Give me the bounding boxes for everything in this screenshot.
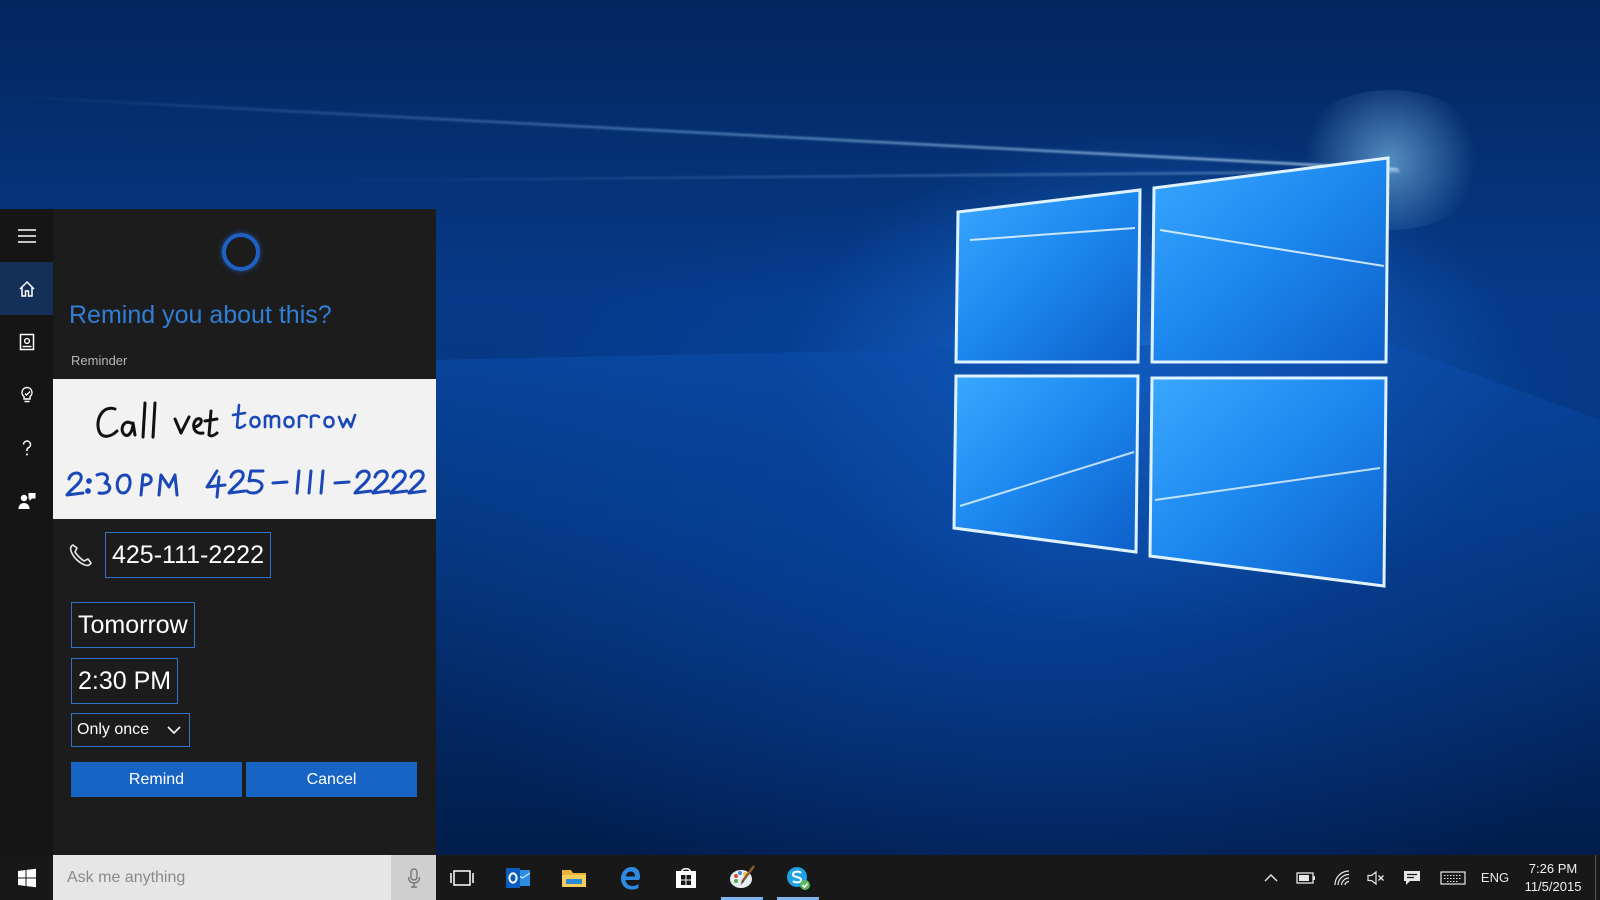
phone-icon [69,544,92,567]
repeat-dropdown[interactable]: Only once [71,713,190,747]
search-placeholder: Ask me anything [67,868,186,886]
windows-start-icon [17,868,36,887]
show-desktop-button[interactable] [1595,855,1600,900]
show-hidden-icons-button[interactable] [1258,855,1284,900]
touch-keyboard-button[interactable] [1436,855,1470,900]
cortana-circle-icon [222,233,260,271]
cortana-panel: Remind you about this? Reminder 425-111-… [0,209,436,855]
action-center-icon [1404,870,1420,885]
store-icon [676,867,696,888]
skype-taskbar-button[interactable] [774,855,822,900]
microphone-icon [407,867,420,888]
reminder-label: Reminder [71,353,128,368]
input-language-button[interactable]: ENG [1478,855,1512,900]
keyboard-icon [1440,870,1466,885]
paint-icon [730,864,755,888]
feedback-icon[interactable] [0,474,53,527]
volume-muted-icon [1367,870,1384,885]
store-taskbar-button[interactable] [662,855,710,900]
taskbar-clock[interactable]: 7:26 PM 11/5/2015 [1516,860,1590,896]
clock-time: 7:26 PM [1528,861,1578,876]
cancel-button[interactable]: Cancel [246,762,417,797]
task-view-icon [450,869,474,886]
chevron-down-icon [167,726,181,735]
file-explorer-taskbar-button[interactable] [550,855,598,900]
handwritten-note [53,379,436,519]
notebook-icon[interactable] [0,315,53,368]
outlook-icon [506,867,531,888]
volume-button[interactable] [1362,855,1390,900]
reminder-time-field[interactable]: 2:30 PM [71,658,179,704]
cortana-search-input[interactable]: Ask me anything [53,855,391,900]
taskbar: Ask me anything ENG 7:26 PM 11/5/2015 [0,855,1600,900]
help-icon[interactable] [0,421,53,474]
reminder-prompt-title: Remind you about this? [69,301,332,329]
network-button[interactable] [1328,855,1356,900]
outlook-taskbar-button[interactable] [494,855,542,900]
phone-number-field[interactable]: 425-111-2222 [105,532,271,578]
edge-icon [621,866,640,889]
cortana-content: Remind you about this? Reminder 425-111-… [53,209,436,855]
microphone-button[interactable] [391,855,436,900]
hamburger-menu-icon[interactable] [0,209,53,262]
home-icon[interactable] [0,262,53,315]
task-view-button[interactable] [438,855,486,900]
skype-icon [787,866,810,890]
action-center-button[interactable] [1398,855,1426,900]
phone-row: 425-111-2222 [67,532,271,578]
lightbulb-icon[interactable] [0,368,53,421]
edge-taskbar-button[interactable] [606,855,654,900]
repeat-dropdown-value: Only once [77,721,150,738]
battery-button[interactable] [1292,855,1320,900]
start-button[interactable] [0,855,53,900]
chevron-up-icon [1264,874,1278,882]
clock-date: 11/5/2015 [1524,879,1582,894]
paint-taskbar-button[interactable] [718,855,766,900]
cortana-sidebar [0,209,53,855]
file-explorer-icon [562,869,586,887]
remind-button[interactable]: Remind [71,762,242,797]
reminder-date-field[interactable]: Tomorrow [71,602,195,648]
battery-icon [1296,871,1315,884]
handwriting-ink-image [65,401,427,499]
wifi-icon [1334,869,1350,885]
